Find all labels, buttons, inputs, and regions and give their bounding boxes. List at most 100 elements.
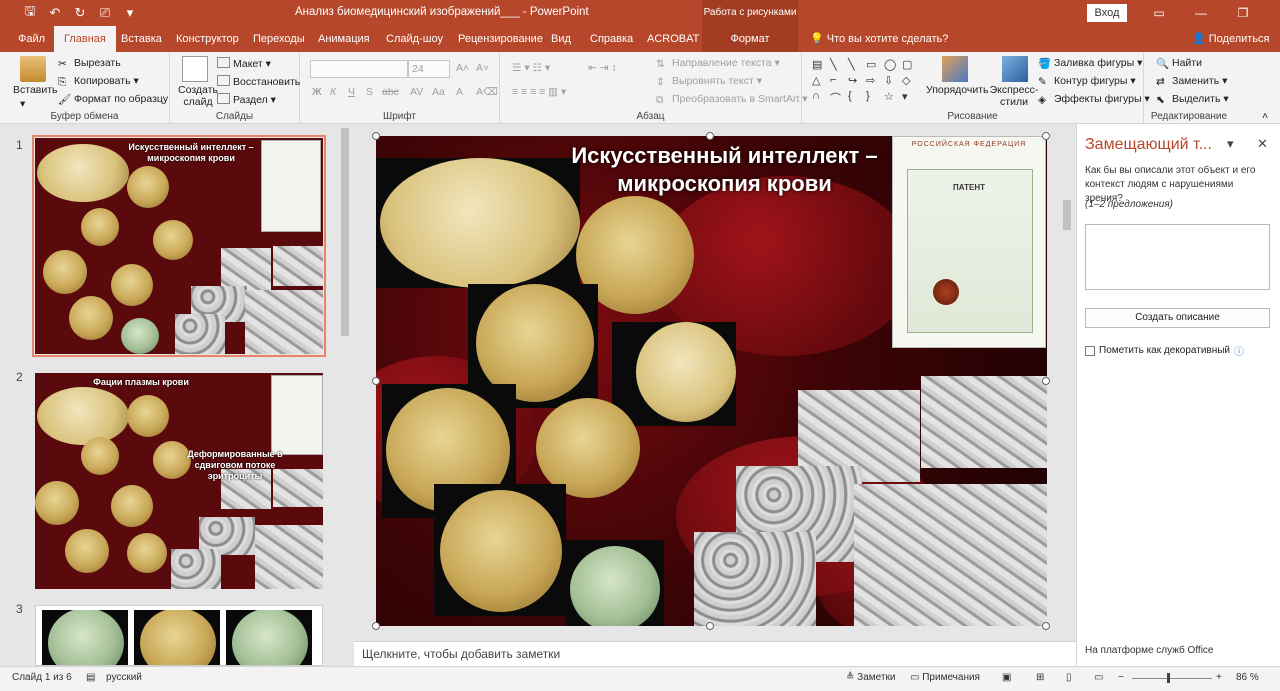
selection-handle[interactable] — [372, 132, 380, 140]
tab-acrobat[interactable]: ACROBAT — [647, 26, 699, 52]
erythrocyte-image[interactable] — [854, 484, 1047, 626]
thumbnails-scroll-thumb[interactable] — [341, 128, 349, 336]
generate-description-button[interactable]: Создать описание — [1085, 308, 1270, 328]
tab-format[interactable]: Формат — [702, 26, 798, 52]
new-slide-button[interactable]: Создать слайд — [178, 84, 218, 108]
shape-fill-button[interactable]: 🪣 Заливка фигуры ▾ — [1038, 57, 1142, 70]
elbow-shape-icon[interactable]: ⌐ — [830, 74, 846, 89]
font-color-icon[interactable]: A — [456, 86, 463, 98]
underline-button[interactable]: Ч — [348, 86, 355, 98]
collapse-ribbon-icon[interactable]: ˄ — [1262, 110, 1268, 122]
tab-view[interactable]: Вид — [551, 26, 571, 52]
zoom-level[interactable]: 86 % — [1236, 672, 1259, 683]
paste-icon[interactable] — [20, 56, 46, 82]
selection-handle[interactable] — [706, 132, 714, 140]
notes-toggle[interactable]: ≜ Заметки — [846, 672, 895, 683]
quick-styles-icon[interactable] — [1002, 56, 1028, 82]
cut-button[interactable]: ✂ Вырезать — [58, 57, 121, 70]
language-indicator[interactable]: русский — [106, 672, 142, 683]
zoom-slider-knob[interactable] — [1167, 673, 1170, 683]
slideshow-view-icon[interactable]: ▭ — [1094, 672, 1103, 683]
spelling-icon[interactable]: ▤ — [86, 672, 95, 683]
redo-icon[interactable]: ↻ — [72, 5, 88, 21]
slide-thumbnails-pane[interactable]: 1 Искусственный интеллект – микроскопия … — [0, 124, 350, 666]
clear-format-icon[interactable]: A⌫ — [476, 86, 498, 98]
tab-animations[interactable]: Анимация — [318, 26, 370, 52]
smartart-button[interactable]: ⧉ Преобразовать в SmartArt ▾ — [656, 93, 808, 106]
textbox-shape-icon[interactable]: ▤ — [812, 58, 828, 73]
section-button[interactable]: Раздел ▾ — [217, 93, 276, 106]
pane-close-icon[interactable]: ✕ — [1257, 136, 1268, 152]
save-icon[interactable]: 🖫 — [22, 2, 38, 24]
tab-transitions[interactable]: Переходы — [253, 26, 305, 52]
grow-font-icon[interactable]: A˄ — [456, 62, 469, 74]
alt-text-input[interactable] — [1085, 224, 1270, 290]
new-slide-icon[interactable] — [182, 56, 208, 82]
comments-toggle[interactable]: ▭ Примечания — [910, 672, 980, 683]
thumbnails-scrollbar[interactable] — [340, 128, 350, 662]
line-shape-icon[interactable]: ╲ — [830, 58, 846, 73]
erythrocyte-image[interactable] — [921, 376, 1047, 468]
notes-pane[interactable]: Щелкните, чтобы добавить заметки — [354, 641, 1076, 666]
reset-button[interactable]: Восстановить — [217, 75, 300, 88]
tab-help[interactable]: Справка — [590, 26, 633, 52]
strikethrough-button[interactable]: abc — [382, 86, 399, 98]
curve-shape-icon[interactable]: ∩ — [812, 90, 828, 105]
slide-thumbnail-3[interactable] — [35, 605, 323, 666]
zoom-in-icon[interactable]: + — [1216, 672, 1222, 683]
reading-view-icon[interactable]: ▯ — [1066, 672, 1072, 683]
slide-scroll-thumb[interactable] — [1063, 200, 1071, 230]
paste-dropdown-icon[interactable]: ▾ — [20, 98, 25, 110]
diamond-shape-icon[interactable]: ◇ — [902, 74, 918, 89]
facia-image[interactable] — [566, 540, 664, 626]
tab-file[interactable]: Файл — [18, 26, 45, 52]
tab-review[interactable]: Рецензирование — [458, 26, 543, 52]
zoom-out-icon[interactable]: − — [1118, 672, 1124, 683]
shadow-button[interactable]: S — [366, 86, 373, 98]
indent-icons[interactable]: ⇤ ⇥ ↕ — [588, 62, 617, 74]
bullets-icon[interactable]: ☰ ▾ ☷ ▾ — [512, 62, 550, 74]
facia-image[interactable] — [434, 484, 566, 616]
more-shapes-icon[interactable]: ▾ — [902, 90, 918, 105]
pane-options-icon[interactable]: ▾ — [1227, 136, 1234, 152]
copy-button[interactable]: ⎘ Копировать ▾ — [58, 75, 139, 88]
slide-canvas[interactable]: РОССИЙСКАЯ ФЕДЕРАЦИЯ ПАТЕНТ Искусственны… — [376, 136, 1047, 626]
change-case-icon[interactable]: Aa — [432, 86, 445, 98]
tab-design[interactable]: Конструктор — [176, 26, 239, 52]
select-button[interactable]: ⬉ Выделить ▾ — [1156, 93, 1229, 106]
arrow-right-shape-icon[interactable]: ⇨ — [866, 74, 882, 89]
slide-title[interactable]: Искусственный интеллект – микроскопия кр… — [556, 142, 893, 198]
slide-thumbnail-1[interactable]: Искусственный интеллект – микроскопия кр… — [32, 135, 326, 357]
star-shape-icon[interactable]: ☆ — [884, 90, 900, 105]
layout-button[interactable]: Макет ▾ — [217, 57, 271, 70]
brace-open-shape-icon[interactable]: { — [848, 90, 864, 105]
undo-icon[interactable]: ↶ — [47, 5, 63, 21]
zoom-slider[interactable] — [1132, 678, 1212, 679]
triangle-shape-icon[interactable]: △ — [812, 74, 828, 89]
slide-scrollbar[interactable] — [1062, 126, 1072, 638]
share-button[interactable]: 👤 Поделиться — [1192, 26, 1270, 52]
minimize-icon[interactable]: — — [1180, 0, 1222, 26]
customize-qat-icon[interactable]: ▾ — [122, 5, 138, 21]
selection-handle[interactable] — [706, 622, 714, 630]
arrow-down-shape-icon[interactable]: ⇩ — [884, 74, 900, 89]
selection-handle[interactable] — [1042, 377, 1050, 385]
tab-slideshow[interactable]: Слайд-шоу — [386, 26, 443, 52]
facia-image-large[interactable] — [376, 158, 580, 288]
decorative-checkbox-row[interactable]: Пометить как декоративный ⓘ — [1085, 343, 1244, 358]
info-icon[interactable]: ⓘ — [1234, 343, 1244, 358]
shape-outline-button[interactable]: ✎ Контур фигуры ▾ — [1038, 75, 1136, 88]
font-size-combo[interactable]: 24 — [408, 60, 450, 78]
paste-button[interactable]: Вставить — [13, 84, 58, 96]
oval-shape-icon[interactable]: ◯ — [884, 58, 900, 73]
decorative-checkbox[interactable] — [1085, 345, 1095, 356]
erythrocyte-image[interactable] — [694, 532, 816, 626]
shapes-gallery[interactable]: ▤ ╲ ╲ ▭ ◯ ▢ △ ⌐ ↪ ⇨ ⇩ ◇ ∩ ⌒{} ☆ ▾ — [812, 58, 922, 105]
shrink-font-icon[interactable]: A˅ — [476, 62, 489, 74]
shape-effects-button[interactable]: ◈ Эффекты фигуры ▾ — [1038, 93, 1150, 106]
tab-home[interactable]: Главная — [54, 26, 116, 52]
sign-in-button[interactable]: Вход — [1087, 4, 1127, 22]
connector-shape-icon[interactable]: ↪ — [848, 74, 864, 89]
restore-icon[interactable]: ❐ — [1222, 0, 1264, 26]
format-painter-button[interactable]: 🖌 Формат по образцу — [58, 93, 168, 106]
